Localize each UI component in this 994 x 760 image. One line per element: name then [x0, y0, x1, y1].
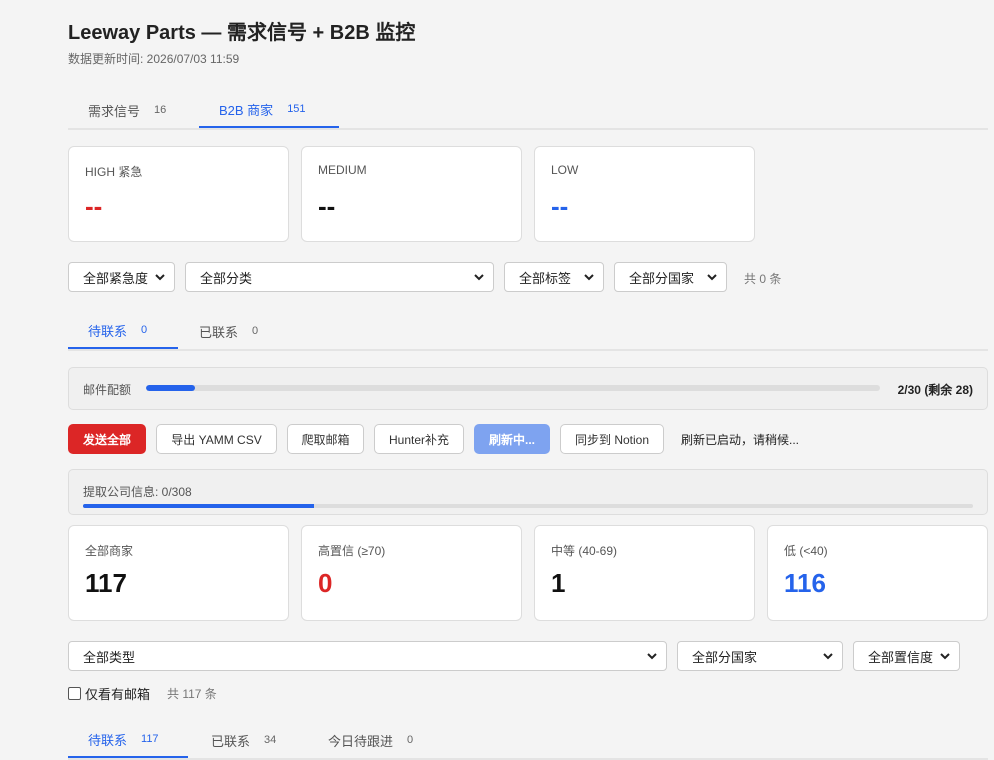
card-value: 1 — [551, 568, 566, 598]
card-label: MEDIUM — [318, 163, 367, 177]
card-label: LOW — [551, 163, 579, 177]
card-value: 116 — [784, 568, 826, 598]
card-value: 0 — [318, 568, 333, 598]
tab-label: B2B 商家 — [219, 102, 274, 118]
tab-b2b-merchants[interactable]: B2B 商家 151 — [199, 92, 339, 128]
quota-label: 邮件配额 — [83, 383, 132, 397]
contact-tabs: 待联系 0 已联系 0 — [68, 313, 988, 351]
tab-merchant-contacted[interactable]: 已联系 34 — [191, 722, 308, 758]
merchant-contact-tabs: 待联系 117 已联系 34 今日待跟进 0 — [68, 722, 988, 760]
chevron-down-icon — [823, 653, 833, 660]
stat-card-high-confidence: 高置信 (≥70) 0 — [301, 525, 522, 621]
send-all-button[interactable]: 发送全部 — [68, 424, 146, 454]
tab-count: 16 — [154, 104, 167, 116]
urgency-card-medium: MEDIUM -- — [301, 146, 522, 242]
card-label: 高置信 (≥70) — [318, 544, 386, 558]
tab-followup-today[interactable]: 今日待跟进 0 — [308, 722, 458, 758]
tab-label: 待联系 — [88, 732, 128, 748]
urgency-filter-select[interactable]: 全部紧急度 — [68, 262, 175, 292]
quota-progress-fill — [146, 385, 195, 391]
tab-demand-signals[interactable]: 需求信号 16 — [68, 92, 198, 128]
quota-text: 2/30 (剩余 28) — [897, 383, 973, 397]
card-value: -- — [551, 191, 569, 221]
tab-count: 0 — [252, 325, 259, 337]
category-filter-select[interactable]: 全部分类 — [185, 262, 494, 292]
chevron-down-icon — [647, 653, 657, 660]
card-label: 低 (<40) — [784, 544, 828, 558]
tab-label: 已联系 — [211, 733, 251, 749]
type-filter-select[interactable]: 全部类型 — [68, 641, 667, 671]
card-label: 全部商家 — [85, 544, 134, 558]
email-quota-panel: 邮件配额 2/30 (剩余 28) — [68, 367, 988, 410]
select-value: 全部紧急度 — [83, 270, 149, 286]
tag-filter-select[interactable]: 全部标签 — [504, 262, 604, 292]
confidence-filter-select[interactable]: 全部置信度 — [853, 641, 960, 671]
tab-label: 待联系 — [88, 323, 128, 339]
checkbox-label: 仅看有邮箱 — [85, 687, 151, 702]
chevron-down-icon — [707, 274, 717, 281]
urgency-card-low: LOW -- — [534, 146, 755, 242]
fetch-progress-bar — [83, 504, 973, 508]
company-info-progress-panel: 提取公司信息: 0/308 — [68, 469, 988, 515]
sync-notion-button[interactable]: 同步到 Notion — [560, 424, 664, 454]
country-filter-select[interactable]: 全部分国家 — [614, 262, 727, 292]
hunter-enrich-button[interactable]: Hunter补充 — [374, 424, 464, 454]
select-value: 全部标签 — [519, 270, 572, 286]
crawl-email-button[interactable]: 爬取邮箱 — [287, 424, 364, 454]
email-only-checkbox[interactable]: 仅看有邮箱 — [68, 684, 150, 703]
merchant-total-count: 共 117 条 — [167, 687, 217, 701]
select-value: 全部分类 — [200, 270, 253, 286]
tab-count: 151 — [287, 103, 306, 115]
checkbox-icon[interactable] — [68, 687, 81, 700]
fetch-progress-fill — [83, 504, 315, 508]
tab-contacted[interactable]: 已联系 0 — [179, 313, 289, 349]
quota-progress-bar — [146, 385, 880, 391]
card-label: HIGH 紧急 — [85, 165, 143, 179]
tab-count: 34 — [264, 734, 277, 746]
tab-label: 已联系 — [199, 324, 239, 340]
chevron-down-icon — [940, 653, 950, 660]
page-title: Leeway Parts — 需求信号 + B2B 监控 — [68, 22, 416, 44]
export-yamm-csv-button[interactable]: 导出 YAMM CSV — [156, 424, 277, 454]
card-value: -- — [318, 191, 336, 221]
tab-label: 今日待跟进 — [328, 733, 394, 749]
signal-total-count: 共 0 条 — [744, 272, 782, 286]
chevron-down-icon — [584, 274, 594, 281]
tab-count: 0 — [141, 324, 148, 336]
main-tabs: 需求信号 16 B2B 商家 151 — [68, 92, 988, 130]
refresh-status-message: 刷新已启动，请稍候... — [681, 433, 800, 447]
select-value: 全部类型 — [83, 649, 136, 665]
tab-label: 需求信号 — [88, 103, 141, 119]
tab-count: 0 — [407, 734, 414, 746]
card-value: -- — [85, 191, 103, 221]
tab-merchant-pending[interactable]: 待联系 117 — [68, 722, 188, 758]
card-label: 中等 (40-69) — [551, 544, 618, 558]
select-value: 全部分国家 — [629, 270, 695, 286]
chevron-down-icon — [155, 274, 165, 281]
chevron-down-icon — [474, 274, 484, 281]
last-updated-text: 数据更新时间: 2026/07/03 11:59 — [68, 52, 240, 66]
merchant-country-filter-select[interactable]: 全部分国家 — [677, 641, 843, 671]
stat-card-low-confidence: 低 (<40) 116 — [767, 525, 988, 621]
urgency-card-high: HIGH 紧急 -- — [68, 146, 289, 242]
card-value: 117 — [85, 568, 127, 598]
stat-card-medium-confidence: 中等 (40-69) 1 — [534, 525, 755, 621]
select-value: 全部分国家 — [692, 649, 758, 665]
fetch-label: 提取公司信息: 0/308 — [83, 485, 192, 499]
tab-pending-contact[interactable]: 待联系 0 — [68, 313, 178, 349]
refresh-button[interactable]: 刷新中... — [474, 424, 550, 454]
stat-card-all-merchants: 全部商家 117 — [68, 525, 289, 621]
select-value: 全部置信度 — [868, 649, 934, 665]
tab-count: 117 — [141, 733, 159, 745]
